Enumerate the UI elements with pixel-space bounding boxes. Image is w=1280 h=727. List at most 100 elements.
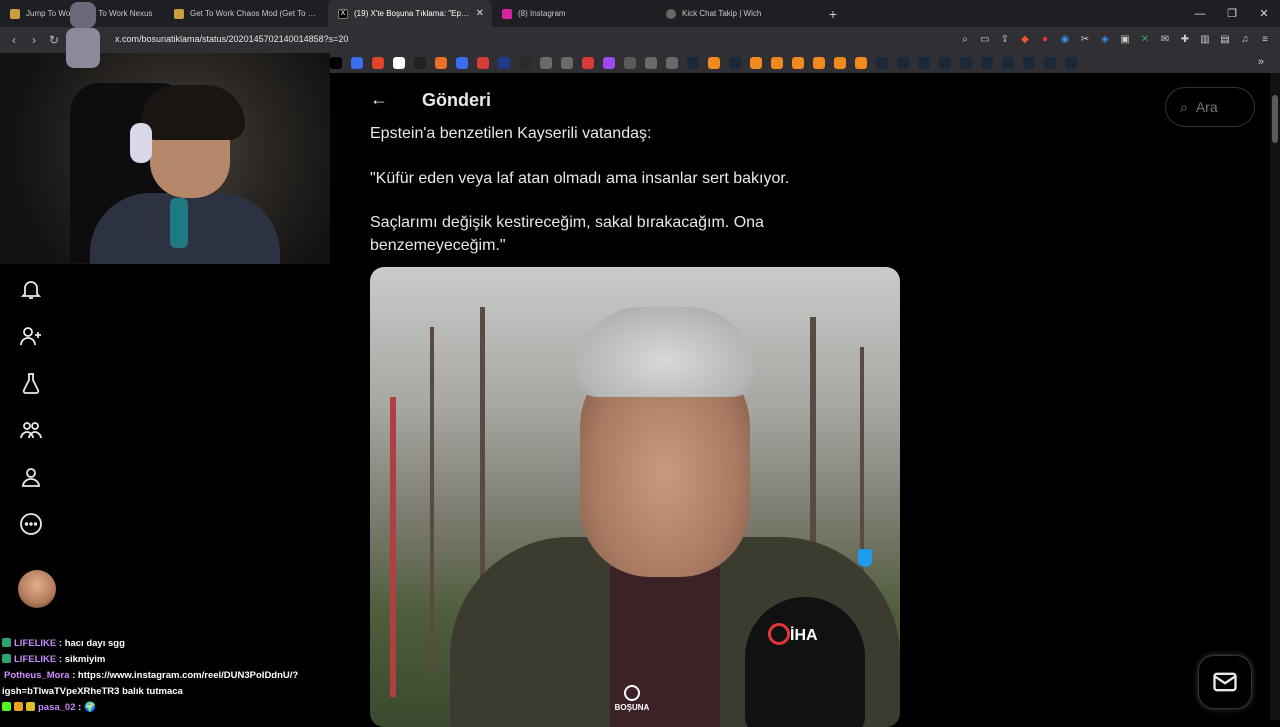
bookmark-icon[interactable] xyxy=(351,57,363,69)
bookmark-icon[interactable] xyxy=(708,57,720,69)
bookmark-icon[interactable] xyxy=(456,57,468,69)
emote-icon: 🌍 xyxy=(83,702,96,713)
extension-icon[interactable]: ✉ xyxy=(1158,32,1172,46)
kick-badge-icon xyxy=(2,702,11,711)
bookmark-icon[interactable] xyxy=(666,57,678,69)
bookmark-icon[interactable] xyxy=(834,57,846,69)
tab-chaos-mod[interactable]: Get To Work Chaos Mod (Get To Cha xyxy=(164,0,328,27)
wallet-icon[interactable]: ▤ xyxy=(1218,32,1232,46)
tweet-video[interactable]: İHA BOŞUNA xyxy=(370,267,900,727)
bookmark-icon[interactable] xyxy=(435,57,447,69)
bookmark-icon[interactable] xyxy=(855,57,867,69)
tweet-line: Epstein'a benzetilen Kayserili vatandaş: xyxy=(370,125,652,142)
bookmark-icon[interactable] xyxy=(1065,57,1077,69)
subscriber-badge-icon xyxy=(2,638,11,647)
reporter-microphone xyxy=(745,597,865,727)
bookmark-icon[interactable] xyxy=(414,57,426,69)
bookmark-icon[interactable] xyxy=(981,57,993,69)
reload-icon[interactable]: ↻ xyxy=(44,33,64,47)
maximize-icon[interactable]: ❐ xyxy=(1216,0,1248,27)
forward-icon[interactable]: › xyxy=(24,33,44,47)
bookmark-icon[interactable] xyxy=(372,57,384,69)
notifications-icon[interactable] xyxy=(18,276,44,302)
profile-icon[interactable] xyxy=(18,464,44,490)
extension-icon[interactable]: ◈ xyxy=(1098,32,1112,46)
page-scrollbar[interactable] xyxy=(1270,73,1280,720)
bookmark-icon[interactable] xyxy=(729,57,741,69)
sidebar-icon[interactable]: ▥ xyxy=(1198,32,1212,46)
tree-trunk xyxy=(430,327,434,677)
bookmark-icon[interactable] xyxy=(330,57,342,69)
bookmark-icon[interactable] xyxy=(897,57,909,69)
stream-chat: LIFELIKE : hacı dayı sgg LIFELIKE : sikm… xyxy=(2,636,328,716)
extension-icon[interactable]: ◉ xyxy=(1058,32,1072,46)
share-icon[interactable]: ⇪ xyxy=(998,32,1012,46)
back-icon[interactable]: ‹ xyxy=(4,33,24,47)
more-bookmarks-icon[interactable]: » xyxy=(1258,56,1264,68)
bookmark-icon[interactable] xyxy=(1023,57,1035,69)
extension-icon[interactable]: ✕ xyxy=(1138,32,1152,46)
bookmark-icon[interactable] xyxy=(645,57,657,69)
bookmark-icon[interactable] xyxy=(939,57,951,69)
follow-icon[interactable] xyxy=(18,323,44,349)
bookmark-icon[interactable] xyxy=(771,57,783,69)
puzzle-icon[interactable]: ✚ xyxy=(1178,32,1192,46)
close-window-icon[interactable]: ✕ xyxy=(1248,0,1280,27)
bookmark-icon[interactable] xyxy=(603,57,615,69)
tab-label: (8) Instagram xyxy=(518,9,566,18)
mascot-body xyxy=(66,28,100,68)
url-field[interactable]: x.com/bosunatiklama/status/2020145702140… xyxy=(115,34,348,44)
new-tab-button[interactable]: + xyxy=(820,0,846,27)
bookmark-icon[interactable] xyxy=(540,57,552,69)
bookmark-icon[interactable] xyxy=(750,57,762,69)
extension-icon[interactable]: ✂ xyxy=(1078,32,1092,46)
playlist-icon[interactable]: ♫ xyxy=(1238,32,1252,46)
bookmark-icon[interactable] xyxy=(876,57,888,69)
window-controls: — ❐ ✕ xyxy=(1184,0,1280,27)
bookmark-icon[interactable] xyxy=(561,57,573,69)
bookmark-icon[interactable] xyxy=(1002,57,1014,69)
headset xyxy=(130,123,152,163)
microphone xyxy=(170,198,188,248)
bookmark-icon[interactable] xyxy=(519,57,531,69)
communities-icon[interactable] xyxy=(18,417,44,443)
bookmark-icon[interactable] xyxy=(918,57,930,69)
more-icon[interactable] xyxy=(18,511,44,537)
chat-text: hacı dayı sgg xyxy=(64,638,125,649)
extension-icon[interactable]: ● xyxy=(1038,32,1052,46)
back-arrow-icon[interactable]: ← xyxy=(370,89,388,110)
grok-icon[interactable] xyxy=(18,370,44,396)
bookmark-icon[interactable] xyxy=(792,57,804,69)
bookmark-icon[interactable] xyxy=(624,57,636,69)
tweet-line: "Küfür eden veya laf atan olmadı ama ins… xyxy=(370,169,790,187)
bookmark-icon[interactable] xyxy=(687,57,699,69)
tab-kick-chat[interactable]: Kick Chat Takip | Wich xyxy=(656,0,820,27)
cast-icon[interactable]: ▭ xyxy=(978,32,992,46)
tab-favicon-icon xyxy=(174,8,184,19)
bookmark-icon[interactable] xyxy=(477,57,489,69)
menu-icon[interactable]: ≡ xyxy=(1258,32,1272,46)
minimize-icon[interactable]: — xyxy=(1184,0,1216,27)
tab-instagram[interactable]: (8) Instagram xyxy=(492,0,656,27)
close-tab-icon[interactable]: ✕ xyxy=(476,8,484,19)
bookmark-icon[interactable] xyxy=(813,57,825,69)
extension-icon[interactable]: ▣ xyxy=(1118,32,1132,46)
search-input[interactable]: ⌕ Ara xyxy=(1165,87,1255,127)
tweet-text: Epstein'a benzetilen Kayserili vatandaş:… xyxy=(370,123,890,279)
chat-username: pasa_02 xyxy=(38,702,76,713)
scrollbar-thumb[interactable] xyxy=(1272,95,1278,143)
bookmark-icon[interactable] xyxy=(960,57,972,69)
bookmark-icon[interactable] xyxy=(1044,57,1056,69)
chat-message: LIFELIKE : hacı dayı sgg xyxy=(2,636,328,652)
tab-x-post[interactable]: X (19) X'te Boşuna Tıklama: "Epste ✕ xyxy=(328,0,492,27)
search-placeholder: Ara xyxy=(1195,99,1218,115)
messages-button[interactable] xyxy=(1198,655,1252,709)
mascot-head xyxy=(70,2,96,28)
iha-logo-icon xyxy=(768,623,790,645)
bookmark-icon[interactable] xyxy=(582,57,594,69)
zoom-icon[interactable]: ⌕ xyxy=(958,32,972,46)
account-avatar[interactable] xyxy=(18,570,56,608)
brave-shield-icon[interactable]: ◆ xyxy=(1018,32,1032,46)
bookmark-icon[interactable] xyxy=(498,57,510,69)
bookmark-icon[interactable] xyxy=(393,57,405,69)
